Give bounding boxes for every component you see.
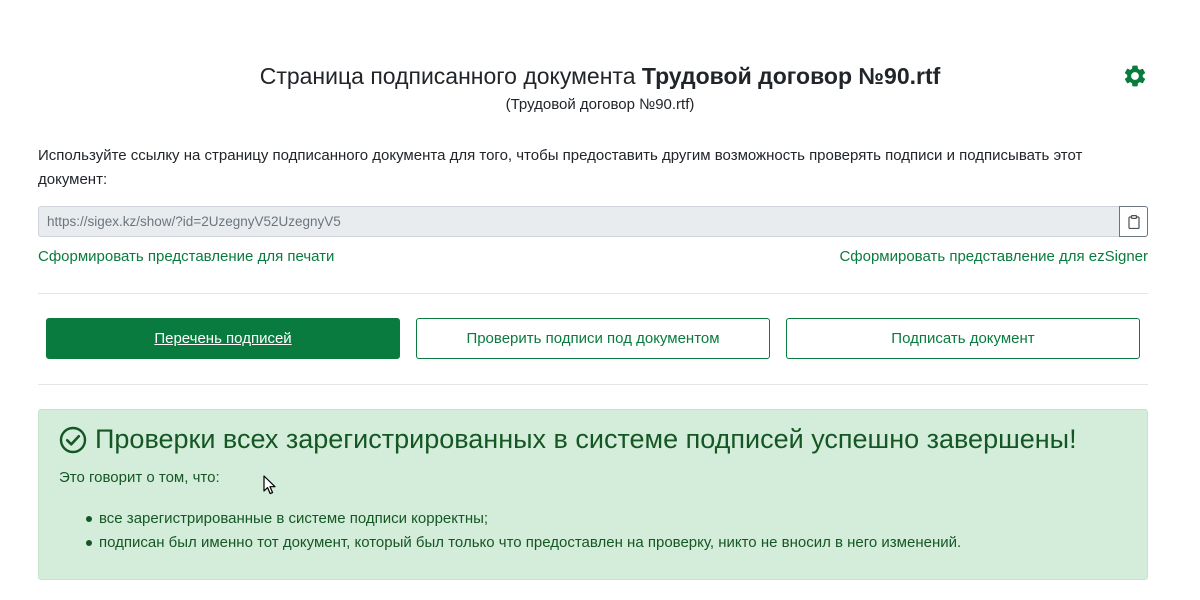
alert-heading-text: Проверки всех зарегистрированных в систе… <box>95 424 1077 454</box>
page-title: Страница подписанного документа Трудовой… <box>0 58 1200 94</box>
signatures-list-button[interactable]: Перечень подписей <box>46 318 400 359</box>
list-item: подписан был именно тот документ, которы… <box>59 531 961 555</box>
success-alert: Проверки всех зарегистрированных в систе… <box>38 409 1148 580</box>
sign-document-button[interactable]: Подписать документ <box>786 318 1140 359</box>
list-item: все зарегистрированные в системе подписи… <box>59 507 961 531</box>
alert-subtext: Это говорит о том, что: <box>59 469 220 486</box>
document-name: Трудовой договор №90.rtf <box>641 63 941 89</box>
divider <box>38 384 1148 385</box>
mouse-cursor-icon <box>263 475 276 495</box>
clipboard-icon <box>1127 214 1140 229</box>
gear-icon[interactable] <box>1122 63 1148 89</box>
copy-button[interactable] <box>1119 206 1148 237</box>
ezsigner-view-link[interactable]: Сформировать представление для ezSigner <box>839 248 1148 265</box>
share-link-input[interactable] <box>38 206 1119 237</box>
check-circle-icon <box>59 426 87 453</box>
alert-heading: Проверки всех зарегистрированных в систе… <box>59 424 1077 455</box>
page-subtitle: (Трудовой договор №90.rtf) <box>505 96 695 113</box>
page-header: Страница подписанного документа Трудовой… <box>0 58 1200 113</box>
share-description: Используйте ссылку на страницу подписанн… <box>38 147 1083 188</box>
verify-signatures-button[interactable]: Проверить подписи под документом <box>416 318 770 359</box>
page-title-prefix: Страница подписанного документа <box>259 63 642 89</box>
print-view-link[interactable]: Сформировать представление для печати <box>38 248 334 265</box>
share-link-group <box>38 206 1148 237</box>
divider <box>38 293 1148 294</box>
alert-list: все зарегистрированные в системе подписи… <box>59 507 961 555</box>
